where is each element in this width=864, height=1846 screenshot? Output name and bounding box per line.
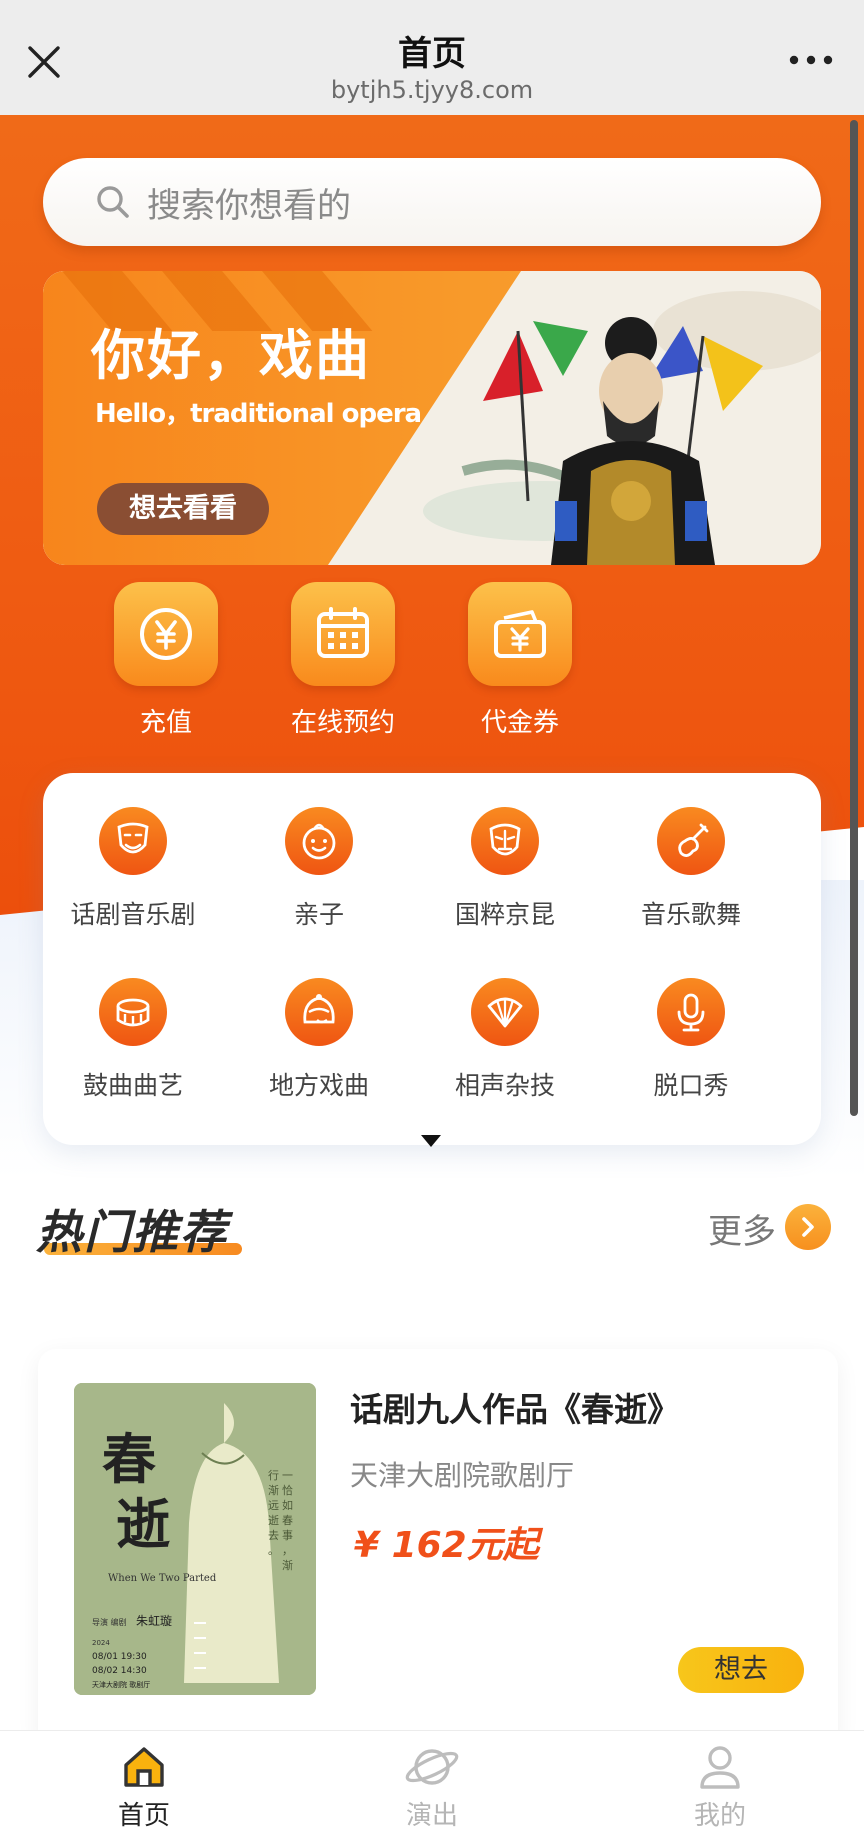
category-label: 相声杂技 (454, 1071, 555, 1100)
poster-title-line2: 逝 (116, 1492, 170, 1556)
category-local-opera[interactable]: 地方戏曲 (229, 978, 409, 1102)
poster-vertical-char: ， (282, 1544, 293, 1557)
user-icon (700, 1746, 740, 1789)
violin-icon (678, 823, 709, 857)
section-title-hot: 热门推荐 (36, 1205, 228, 1259)
poster-date-2: 08/02 14:30 (92, 1666, 147, 1676)
poster-vertical-char: 恰 (282, 1483, 293, 1497)
poster-vertical-char: 事 (282, 1529, 293, 1542)
more-arrow-button[interactable] (785, 1204, 831, 1250)
page-title: 首页 (398, 34, 466, 74)
poster-vertical-char: 去 (268, 1529, 279, 1542)
bottom-tab-bar: 首页 演出 我的 (0, 1730, 864, 1846)
poster-vertical-char: 行 (268, 1469, 279, 1482)
show-price: ¥ 162元起 (354, 1525, 539, 1566)
category-card: 话剧音乐剧 亲子 国粹京昆 音乐歌舞 鼓曲曲艺 地方戏曲 相声杂技 脱口秀 (43, 773, 821, 1147)
tab-label: 我的 (693, 1801, 746, 1831)
banner-go-button[interactable]: 想去看看 (97, 483, 269, 535)
poster-vertical-char: 逝 (268, 1514, 279, 1527)
opera-mask-icon (489, 823, 521, 856)
category-label: 地方戏曲 (268, 1071, 369, 1100)
category-label: 亲子 (293, 900, 344, 929)
poster-title-en: When We Two Parted (108, 1573, 217, 1584)
category-crosstalk[interactable]: 相声杂技 (415, 978, 595, 1102)
chevron-right-icon (802, 1217, 814, 1237)
planet-icon (405, 1749, 459, 1785)
quick-action-label: 充值 (139, 708, 192, 738)
category-family[interactable]: 亲子 (229, 807, 409, 931)
tab-label: 首页 (117, 1801, 170, 1831)
tab-label: 演出 (405, 1801, 458, 1831)
tab-shows[interactable]: 演出 (372, 1743, 492, 1832)
category-label: 国粹京昆 (454, 900, 555, 929)
poster-vertical-char: 远 (268, 1499, 279, 1512)
category-label: 鼓曲曲艺 (82, 1071, 183, 1100)
home-icon (124, 1747, 164, 1787)
drama-masks-icon (117, 822, 149, 854)
quick-action-label: 代金券 (480, 708, 559, 738)
want-to-go-button[interactable]: 想去 (678, 1647, 804, 1693)
poster-art: 春 逝 When We Two Parted 导演 编剧 朱虹璇 2024 08… (74, 1383, 316, 1695)
category-label: 脱口秀 (653, 1071, 729, 1100)
category-quyi[interactable]: 鼓曲曲艺 (43, 978, 223, 1102)
quick-action-booking[interactable]: 在线预约 (291, 582, 395, 742)
poster-venue: 天津大剧院 歌剧厅 (92, 1680, 150, 1689)
poster-vertical-char: 春 (282, 1514, 293, 1527)
banner-title: 你好，戏曲 (91, 324, 371, 387)
more-link[interactable]: 更多 (708, 1204, 776, 1253)
tab-mine[interactable]: 我的 (660, 1743, 780, 1832)
category-peking-opera[interactable]: 国粹京昆 (415, 807, 595, 931)
promo-banner[interactable]: 你好，戏曲 Hello，traditional opera 想去看看 (43, 271, 821, 565)
category-label: 话剧音乐剧 (70, 900, 196, 929)
search-bar[interactable]: 搜索你想看的 (43, 158, 821, 246)
calendar-icon (317, 607, 369, 658)
search-icon (97, 186, 129, 218)
scrollbar[interactable] (850, 120, 858, 1116)
child-face-icon (302, 823, 336, 860)
poster-date-1: 08/01 19:30 (92, 1652, 147, 1662)
category-drama[interactable]: 话剧音乐剧 (43, 807, 223, 931)
yen-coin-icon (140, 608, 192, 660)
title-bar: 首页 bytjh5.tjyy8.com (0, 0, 864, 115)
poster-vertical-char: 如 (282, 1498, 293, 1512)
search-placeholder: 搜索你想看的 (147, 186, 351, 226)
poster-title-line1: 春 (102, 1427, 156, 1491)
show-name[interactable]: 话剧九人作品《春逝》 (350, 1383, 680, 1431)
voucher-wallet-icon (494, 610, 546, 658)
poster-vertical-char: 一 (282, 1469, 293, 1482)
poster-vertical-char: 渐 (268, 1483, 279, 1497)
poster-credit-label: 导演 编剧 (92, 1617, 127, 1627)
category-music-dance[interactable]: 音乐歌舞 (601, 807, 781, 931)
poster-vertical-char: 渐 (282, 1558, 293, 1572)
poster-credit-name: 朱虹璇 (136, 1613, 172, 1628)
drum-icon (116, 998, 150, 1027)
more-dots-icon[interactable] (786, 50, 836, 70)
helmet-icon (303, 994, 335, 1024)
quick-action-recharge[interactable]: 充值 (114, 582, 218, 742)
category-talk-show[interactable]: 脱口秀 (601, 978, 781, 1102)
fan-icon (487, 997, 523, 1028)
tab-home[interactable]: 首页 (84, 1743, 204, 1832)
poster-year: 2024 (92, 1639, 110, 1647)
category-label: 音乐歌舞 (640, 900, 741, 929)
banner-subtitle: Hello，traditional opera (95, 399, 422, 429)
page-url: bytjh5.tjyy8.com (330, 76, 534, 104)
quick-action-label: 在线预约 (290, 708, 395, 738)
show-poster[interactable]: 春 逝 When We Two Parted 导演 编剧 朱虹璇 2024 08… (74, 1383, 316, 1695)
poster-vertical-char: 。 (268, 1544, 279, 1557)
expand-arrow-icon[interactable] (421, 1135, 441, 1147)
quick-action-voucher[interactable]: 代金券 (468, 582, 572, 742)
microphone-icon (677, 993, 705, 1032)
show-venue: 天津大剧院歌剧厅 (350, 1459, 575, 1492)
